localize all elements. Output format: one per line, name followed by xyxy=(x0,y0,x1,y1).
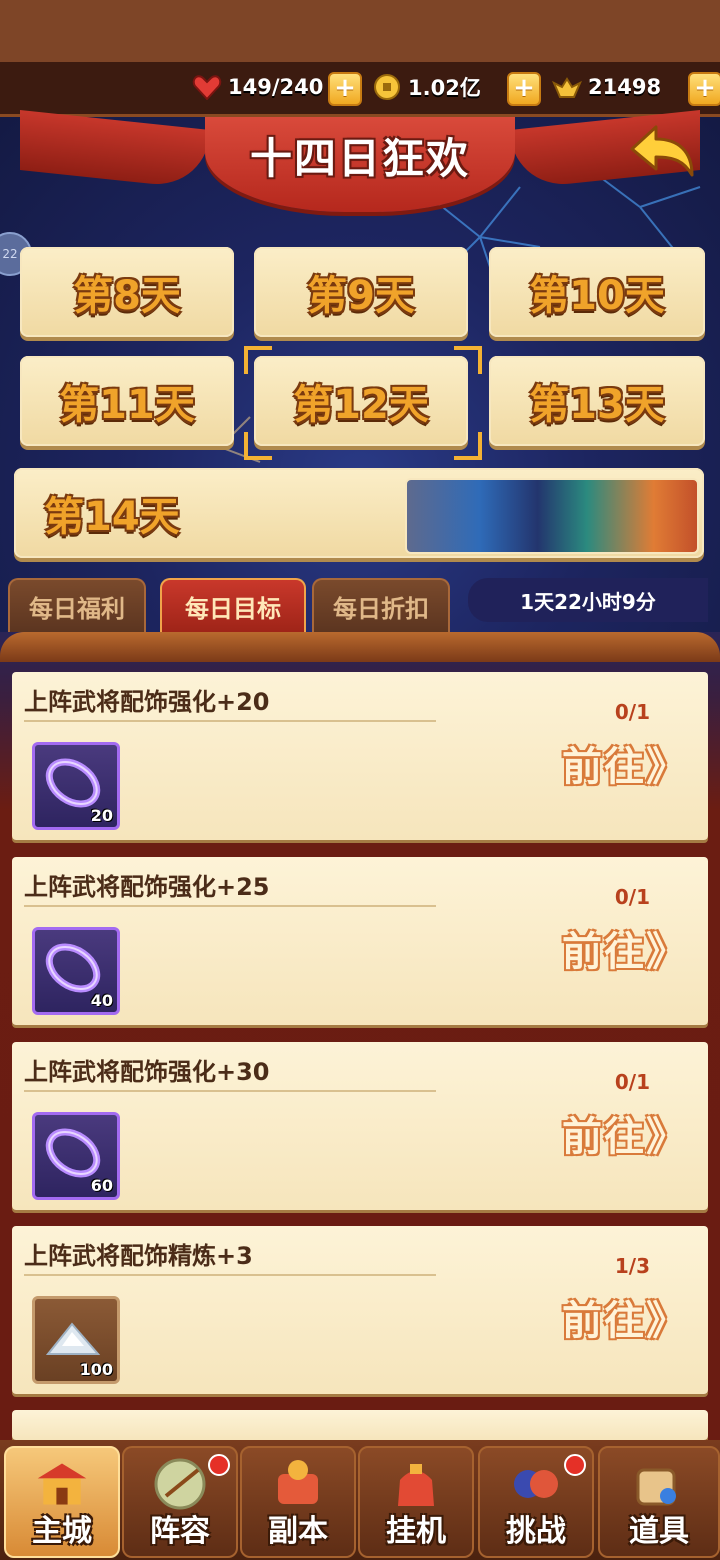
ingot-display: 21498 xyxy=(552,70,661,104)
reward-item-slot[interactable]: 100 xyxy=(32,1296,120,1384)
task-progress: 0/1 xyxy=(614,885,650,909)
task-progress: 0/1 xyxy=(614,700,650,724)
reward-item-slot[interactable]: 60 xyxy=(32,1112,120,1200)
back-button[interactable] xyxy=(622,118,702,188)
tab-daily-welfare-label: 每日福利 xyxy=(29,594,125,623)
selection-corner-tr xyxy=(454,346,482,374)
reward-item-slot[interactable]: 20 xyxy=(32,742,120,830)
selection-corner-br xyxy=(454,432,482,460)
day-13-tile[interactable]: 第13天 xyxy=(489,356,705,446)
list-frame-top xyxy=(0,632,720,662)
day-12-label: 第12天 xyxy=(293,382,429,428)
add-coins-button[interactable]: + xyxy=(507,72,541,106)
reward-count: 20 xyxy=(90,806,113,825)
notification-dot xyxy=(564,1454,586,1476)
reward-count: 40 xyxy=(90,991,113,1010)
selection-corner-tl xyxy=(244,346,272,374)
day-12-tile[interactable]: 第12天 xyxy=(254,356,468,446)
day-10-label: 第10天 xyxy=(529,273,665,319)
add-stamina-button[interactable]: + xyxy=(328,72,362,106)
task-card-partial xyxy=(12,1410,708,1440)
day-8-label: 第8天 xyxy=(73,273,181,319)
task-card: 上阵武将配饰精炼+3 1/3 前往》 100 xyxy=(12,1226,708,1394)
reward-item-slot[interactable]: 40 xyxy=(32,927,120,1015)
status-bar xyxy=(0,0,720,62)
task-progress: 1/3 xyxy=(614,1254,650,1278)
reward-count: 60 xyxy=(90,1176,113,1195)
coin-value: 1.02亿 xyxy=(408,76,481,100)
stamina-display: 149/240 xyxy=(192,70,323,104)
day-8-tile[interactable]: 第8天 xyxy=(20,247,234,337)
nav-label: 挂机 xyxy=(386,1514,446,1549)
task-title: 上阵武将配饰强化+20 xyxy=(24,688,270,716)
tab-daily-goals-label: 每日目标 xyxy=(185,594,281,623)
challenge-icon xyxy=(508,1456,564,1512)
tab-daily-goals[interactable]: 每日目标 xyxy=(160,578,306,632)
nav-idle[interactable]: 挂机 xyxy=(358,1446,474,1558)
tab-daily-welfare[interactable]: 每日福利 xyxy=(8,578,146,632)
ingot-value: 21498 xyxy=(588,75,662,99)
scroll-items-icon xyxy=(628,1456,684,1512)
nav-items[interactable]: 道具 xyxy=(598,1446,720,1558)
task-card: 上阵武将配饰强化+25 0/1 前往》 40 xyxy=(12,857,708,1025)
notification-dot xyxy=(208,1454,230,1476)
day-9-label: 第9天 xyxy=(307,273,415,319)
coin-display: 1.02亿 xyxy=(372,70,481,104)
task-title: 上阵武将配饰精炼+3 xyxy=(24,1242,253,1270)
task-title: 上阵武将配饰强化+30 xyxy=(24,1058,270,1086)
day-13-label: 第13天 xyxy=(529,382,665,428)
heart-icon xyxy=(192,72,222,102)
day-9-tile[interactable]: 第9天 xyxy=(254,247,468,337)
divider xyxy=(24,1274,436,1276)
lineup-icon xyxy=(152,1456,208,1512)
nav-dungeon[interactable]: 副本 xyxy=(240,1446,356,1558)
tab-daily-discount[interactable]: 每日折扣 xyxy=(312,578,450,632)
day-14-label: 第14天 xyxy=(44,494,180,540)
day-11-tile[interactable]: 第11天 xyxy=(20,356,234,446)
nav-label: 副本 xyxy=(268,1514,328,1549)
nav-label: 阵容 xyxy=(150,1514,210,1549)
task-card: 上阵武将配饰强化+30 0/1 前往》 60 xyxy=(12,1042,708,1210)
currency-bar: 149/240 + 1.02亿 + 21498 + xyxy=(0,62,720,117)
divider xyxy=(24,1090,436,1092)
task-card: 上阵武将配饰强化+20 0/1 前往》 20 xyxy=(12,672,708,840)
go-button[interactable]: 前往》 xyxy=(562,734,688,792)
go-button[interactable]: 前往》 xyxy=(562,1104,688,1162)
nav-label: 挑战 xyxy=(506,1514,566,1549)
back-arrow-icon xyxy=(630,125,694,177)
tab-daily-discount-label: 每日折扣 xyxy=(333,594,429,623)
go-button[interactable]: 前往》 xyxy=(562,919,688,977)
coin-icon xyxy=(372,72,402,102)
nav-label: 道具 xyxy=(629,1514,689,1549)
selection-corner-bl xyxy=(244,432,272,460)
nav-challenge[interactable]: 挑战 xyxy=(478,1446,594,1558)
gold-ingot-icon xyxy=(552,72,582,102)
dungeon-icon xyxy=(270,1456,326,1512)
task-title: 上阵武将配饰强化+25 xyxy=(24,873,270,901)
divider xyxy=(24,720,436,722)
idle-bag-icon xyxy=(388,1456,444,1512)
go-button[interactable]: 前往》 xyxy=(562,1288,688,1346)
day-10-tile[interactable]: 第10天 xyxy=(489,247,705,337)
divider xyxy=(24,905,436,907)
day-14-reward-art xyxy=(405,478,699,554)
reward-count: 100 xyxy=(79,1360,113,1379)
add-ingots-button[interactable]: + xyxy=(688,72,720,106)
stamina-value: 149/240 xyxy=(228,75,324,99)
nav-main-city[interactable]: 主城 xyxy=(4,1446,120,1558)
palace-icon xyxy=(34,1456,90,1512)
countdown-timer: 1天22小时9分 xyxy=(468,578,708,622)
nav-label: 主城 xyxy=(32,1514,92,1549)
event-title: 十四日狂欢 xyxy=(249,134,470,183)
task-progress: 0/1 xyxy=(614,1070,650,1094)
day-11-label: 第11天 xyxy=(59,382,195,428)
nav-lineup[interactable]: 阵容 xyxy=(122,1446,238,1558)
